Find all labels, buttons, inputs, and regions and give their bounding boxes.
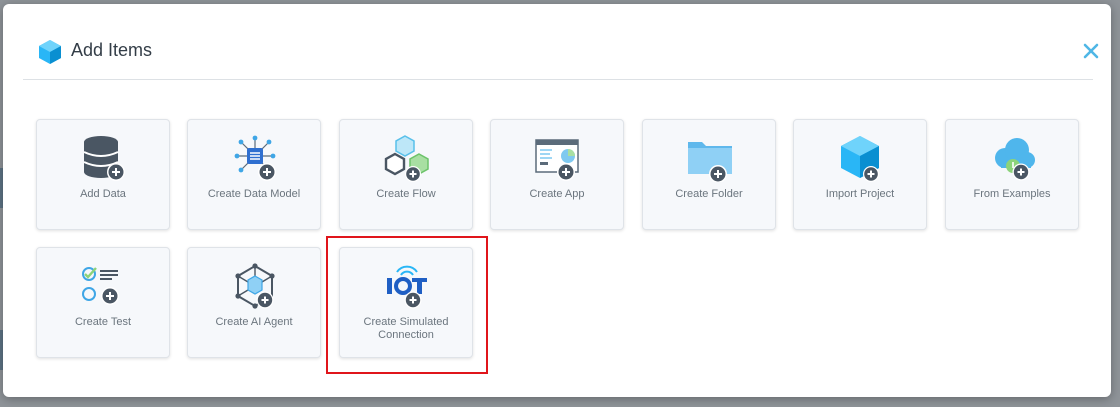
app-add-icon: [535, 139, 579, 181]
tile-label: From Examples: [973, 188, 1051, 200]
tile-create-app[interactable]: Create App: [490, 119, 624, 230]
ai-agent-add-icon: [235, 263, 275, 309]
tile-from-examples[interactable]: From Examples: [945, 119, 1079, 230]
dialog-header: Add Items: [23, 4, 1099, 80]
tile-create-test[interactable]: Create Test: [36, 247, 170, 358]
data-model-add-icon: [234, 135, 276, 181]
flow-add-icon: [384, 135, 429, 182]
tile-label: Create Test: [74, 316, 132, 328]
database-add-icon: [83, 136, 125, 181]
tile-label: Create Data Model: [207, 188, 301, 200]
tile-label: Create Folder: [675, 188, 743, 200]
tile-create-ai-agent[interactable]: Create AI Agent: [187, 247, 321, 358]
folder-add-icon: [688, 142, 732, 182]
tile-label: Create AI Agent: [215, 316, 293, 328]
selection-highlight: [326, 236, 488, 374]
dialog-title: Add Items: [71, 40, 153, 60]
tile-label: Import Project: [825, 188, 895, 200]
cloud-examples-icon: [995, 138, 1035, 181]
cube-icon: [39, 40, 61, 64]
tile-create-flow[interactable]: Create Flow: [339, 119, 473, 230]
test-add-icon: [82, 267, 119, 305]
tile-import-project[interactable]: Import Project: [793, 119, 927, 230]
tile-create-data-model[interactable]: Create Data Model: [187, 119, 321, 230]
close-icon[interactable]: [1077, 37, 1105, 65]
import-project-icon: [841, 136, 879, 182]
tile-create-folder[interactable]: Create Folder: [642, 119, 776, 230]
tile-label: Add Data: [80, 188, 126, 200]
tile-add-data[interactable]: Add Data: [36, 119, 170, 230]
tile-label: Create Flow: [376, 188, 436, 200]
tile-label: Create App: [529, 188, 585, 200]
